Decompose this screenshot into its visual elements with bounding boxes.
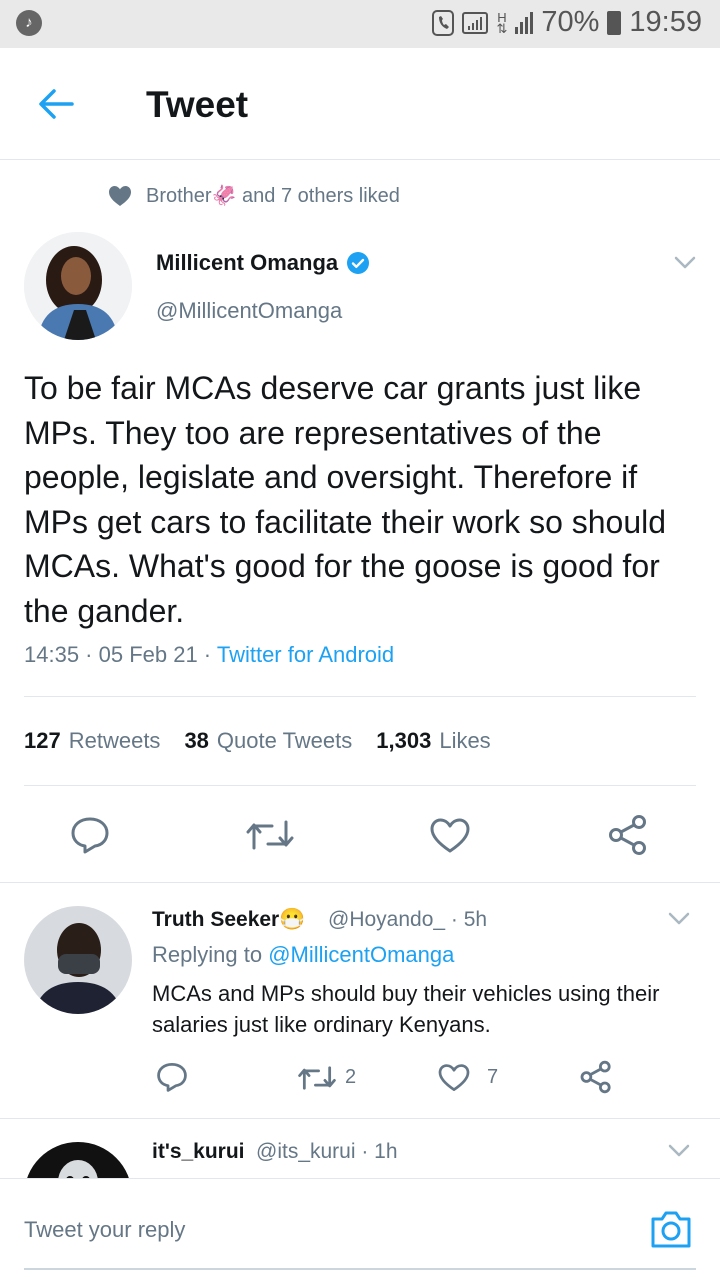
likes-stat[interactable]: 1,303 Likes — [376, 728, 490, 754]
social-context[interactable]: Brother🦑 and 7 others liked — [108, 183, 400, 208]
reply-like-count: 7 — [487, 1066, 499, 1088]
retweets-stat[interactable]: 127 Retweets — [24, 728, 160, 754]
replying-to: Replying to @MillicentOmanga — [152, 942, 455, 967]
signal-sim2-icon — [515, 11, 534, 34]
tweet-meta: 14:35 · 05 Feb 21 · Twitter for Android — [24, 642, 394, 668]
status-bar: ♪ H ⇅ 70% 19:59 — [0, 0, 720, 48]
divider — [0, 882, 720, 883]
liked-by-text: Brother🦑 and 7 others liked — [146, 185, 400, 207]
quote-tweets-stat[interactable]: 38 Quote Tweets — [184, 728, 352, 754]
like-icon[interactable] — [438, 1064, 470, 1092]
reply-composer: Tweet your reply — [0, 1178, 720, 1281]
reply-avatar[interactable] — [24, 906, 132, 1014]
signal-sim1-icon — [462, 11, 489, 34]
battery-percent: 70% — [541, 6, 600, 38]
reply-author-name[interactable]: it's_kurui — [152, 1140, 245, 1164]
reply-icon[interactable] — [156, 1062, 188, 1092]
reply-input[interactable]: Tweet your reply — [24, 1217, 185, 1243]
retweet-icon[interactable] — [298, 1064, 336, 1092]
reply-text: MCAs and MPs should buy their vehicles u… — [152, 981, 660, 1037]
tweet-text: To be fair MCAs deserve car grants just … — [24, 370, 667, 629]
heart-filled-icon — [109, 185, 131, 206]
chevron-down-icon[interactable] — [668, 1144, 690, 1158]
author-avatar[interactable] — [24, 232, 132, 340]
reply-input-underline — [24, 1268, 696, 1270]
reply-author-name[interactable]: Truth Seeker😷 — [152, 908, 305, 932]
divider — [0, 1118, 720, 1119]
network-type-icon: H ⇅ — [496, 9, 508, 36]
clock: 19:59 — [629, 6, 702, 38]
divider — [24, 696, 696, 697]
camera-icon[interactable] — [650, 1209, 692, 1249]
author-name: Millicent Omanga — [156, 250, 339, 275]
music-note-icon: ♪ — [16, 10, 42, 36]
tweet-source-link[interactable]: Twitter for Android — [217, 642, 394, 667]
author-name-row[interactable]: Millicent Omanga — [156, 250, 370, 276]
reply-retweet-count: 2 — [345, 1066, 357, 1088]
page-title: Tweet — [146, 84, 249, 125]
reply-author-handle[interactable]: @its_kurui · 1h — [256, 1140, 398, 1164]
battery-icon — [607, 10, 622, 35]
tweet-timestamp: 14:35 · 05 Feb 21 · — [24, 642, 217, 667]
retweet-icon[interactable] — [246, 818, 294, 852]
top-bar: Tweet — [0, 48, 720, 160]
tweet-stats: 127 Retweets 38 Quote Tweets 1,303 Likes — [24, 728, 491, 754]
divider — [24, 785, 696, 786]
chevron-down-icon[interactable] — [668, 912, 690, 926]
status-icons: H ⇅ 70% 19:59 — [432, 6, 702, 39]
back-arrow-icon[interactable] — [36, 86, 76, 122]
share-icon[interactable] — [580, 1060, 612, 1094]
reply-icon[interactable] — [70, 816, 110, 854]
replying-to-link[interactable]: @MillicentOmanga — [268, 942, 454, 967]
author-handle[interactable]: @MillicentOmanga — [156, 298, 342, 324]
call-icon — [432, 9, 455, 36]
chevron-down-icon[interactable] — [674, 256, 696, 270]
like-icon[interactable] — [430, 818, 470, 854]
share-icon[interactable] — [608, 814, 648, 856]
verified-badge-icon — [347, 252, 370, 274]
reply-author-handle[interactable]: @Hoyando_ · 5h — [328, 908, 487, 932]
